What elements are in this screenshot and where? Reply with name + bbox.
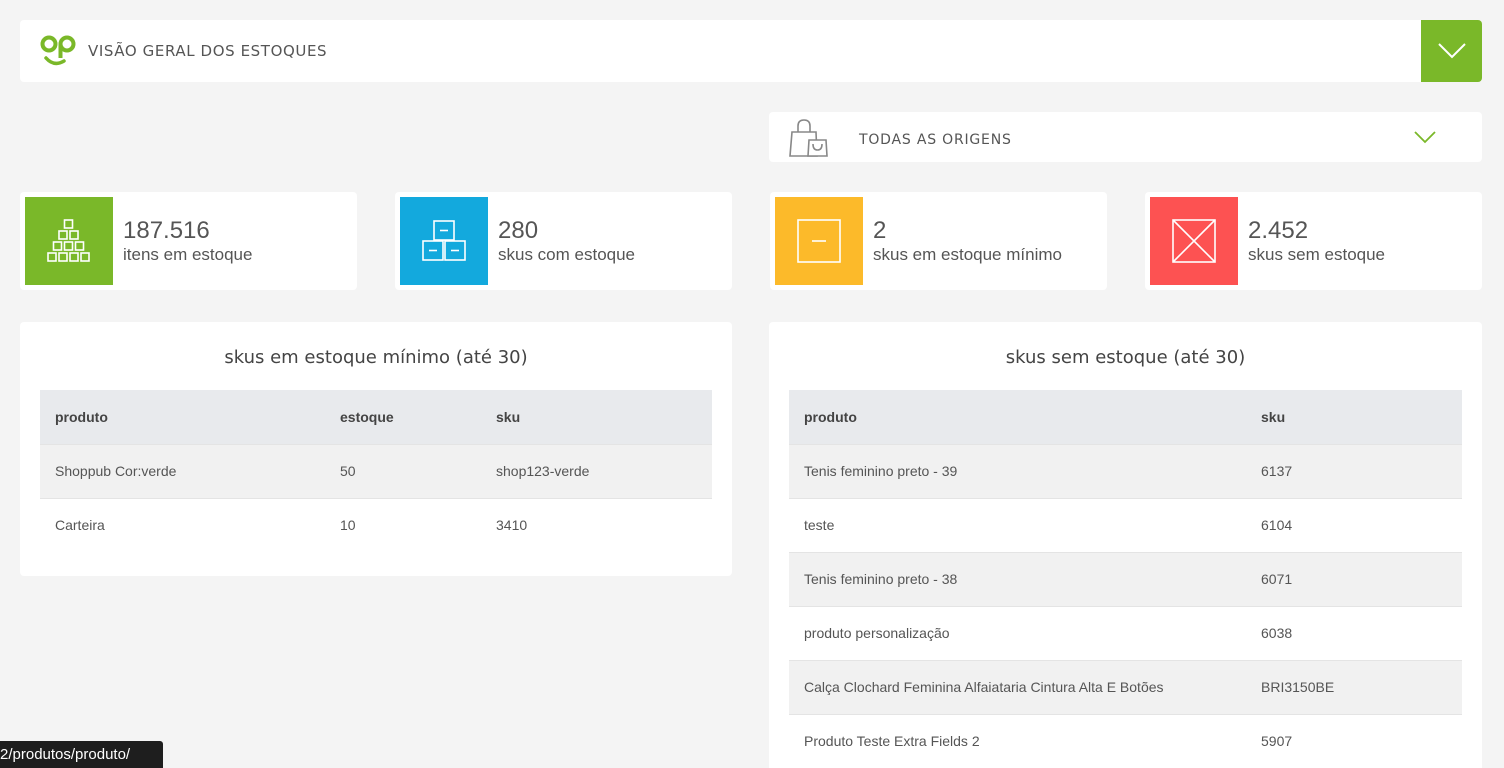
table-row[interactable]: Tenis feminino preto - 39 6137 [789,443,1462,498]
cell-stock: 50 [325,443,481,498]
table-row[interactable]: Calça Clochard Feminina Alfaiataria Cint… [789,659,1462,714]
minus-box-icon [775,197,863,285]
stat-value: 187.516 [123,217,210,244]
cell-sku: 6038 [1246,605,1462,660]
table-row[interactable]: produto personalização 6038 [789,605,1462,660]
cell-product[interactable]: Produto Teste Extra Fields 2 [789,713,1246,768]
stat-label: skus com estoque [498,245,636,264]
cell-sku: shop123-verde [481,443,712,498]
stat-card-skus-no-stock: 2.452 skus sem estoque [1145,192,1482,290]
stat-card-items-in-stock: 187.516 itens em estoque [20,192,357,290]
cell-sku: 6071 [1246,551,1462,606]
table-row[interactable]: teste 6104 [789,497,1462,552]
table-row[interactable]: Shoppub Cor:verde 50 shop123-verde [40,443,712,498]
stat-value: 2.452 [1248,217,1309,244]
panel-title: skus em estoque mínimo (até 30) [224,347,528,368]
column-header[interactable]: produto [40,390,325,444]
cell-product[interactable]: Carteira [40,497,325,552]
cell-stock: 10 [325,497,481,552]
browser-status-url: 2/produtos/produto/ [0,741,163,768]
stat-label: skus em estoque mínimo [873,245,1062,264]
shopping-bag-icon [789,119,828,157]
chevron-down-icon [1437,43,1466,59]
page-header: VISÃO GERAL DOS ESTOQUES [20,20,1482,82]
stat-card-skus-min-stock: 2 skus em estoque mínimo [770,192,1107,290]
boxes-icon [400,197,488,285]
table-header-row: produto estoque sku [40,390,712,444]
origin-select[interactable]: TODAS AS ORIGENS [769,112,1482,162]
cell-product[interactable]: Tenis feminino preto - 38 [789,551,1246,606]
page-title: VISÃO GERAL DOS ESTOQUES [88,42,328,60]
column-header[interactable]: produto [789,390,1246,444]
x-box-icon [1150,197,1238,285]
table-row[interactable]: Tenis feminino preto - 38 6071 [789,551,1462,606]
min-stock-panel: skus em estoque mínimo (até 30) produto … [20,322,732,576]
cell-product[interactable]: produto personalização [789,605,1246,660]
min-stock-table: produto estoque sku Shoppub Cor:verde 50… [40,390,712,552]
column-header[interactable]: sku [1246,390,1462,444]
cell-sku: 6104 [1246,497,1462,552]
stat-card-skus-in-stock: 280 skus com estoque [395,192,732,290]
cell-sku: 6137 [1246,443,1462,498]
table-header-row: produto sku [789,390,1462,444]
stat-label: skus sem estoque [1248,245,1386,264]
cell-product[interactable]: Tenis feminino preto - 39 [789,443,1246,498]
chevron-down-icon [1414,131,1436,144]
cell-product[interactable]: Calça Clochard Feminina Alfaiataria Cint… [789,659,1246,714]
no-stock-panel: skus sem estoque (até 30) produto sku Te… [769,322,1482,768]
stat-value: 2 [873,217,887,244]
column-header[interactable]: estoque [325,390,481,444]
table-row[interactable]: Carteira 10 3410 [40,497,712,552]
cell-sku: 3410 [481,497,712,552]
cell-sku: 5907 [1246,713,1462,768]
stat-value: 280 [498,217,539,244]
brand-logo-icon [40,35,76,66]
origin-select-value: TODAS AS ORIGENS [859,132,1012,148]
no-stock-table: produto sku Tenis feminino preto - 39 61… [789,390,1462,768]
stacked-boxes-icon [25,197,113,285]
cell-product[interactable]: teste [789,497,1246,552]
panel-title: skus sem estoque (até 30) [1005,347,1246,368]
header-toggle-button[interactable] [1421,20,1482,82]
column-header[interactable]: sku [481,390,712,444]
stat-label: itens em estoque [123,245,253,264]
cell-product[interactable]: Shoppub Cor:verde [40,443,325,498]
table-row[interactable]: Produto Teste Extra Fields 2 5907 [789,713,1462,768]
cell-sku: BRI3150BE [1246,659,1462,714]
